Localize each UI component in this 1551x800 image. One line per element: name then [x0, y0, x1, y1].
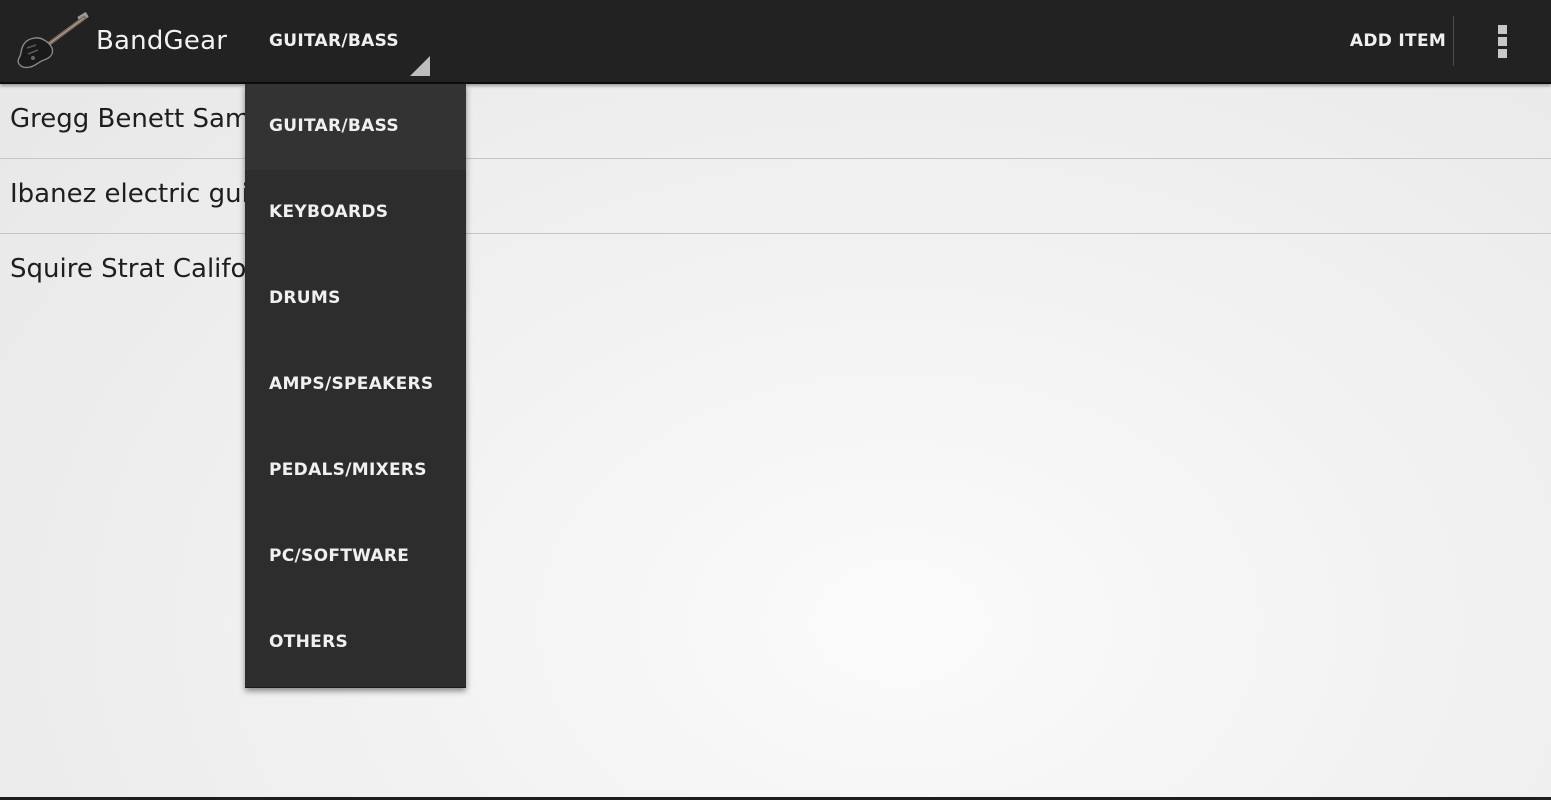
gear-list: Gregg Benett Samick Ibanez electric guit…	[0, 84, 1551, 308]
add-item-button[interactable]: ADD ITEM	[1343, 16, 1453, 66]
dropdown-option-pc-software[interactable]: PC/SOFTWARE	[245, 514, 466, 600]
dropdown-option-label: KEYBOARDS	[269, 202, 389, 222]
app-title: BandGear	[96, 26, 228, 56]
category-spinner[interactable]: GUITAR/BASS	[262, 16, 434, 78]
category-dropdown: GUITAR/BASS KEYBOARDS DRUMS AMPS/SPEAKER…	[245, 84, 466, 688]
dropdown-caret-icon	[410, 56, 430, 76]
dropdown-option-guitar-bass[interactable]: GUITAR/BASS	[245, 84, 466, 170]
dropdown-option-pedals-mixers[interactable]: PEDALS/MIXERS	[245, 428, 466, 514]
guitar-icon[interactable]	[14, 12, 92, 70]
dropdown-option-others[interactable]: OTHERS	[245, 600, 466, 686]
action-bar-divider	[1453, 16, 1454, 66]
dropdown-option-label: AMPS/SPEAKERS	[269, 374, 434, 394]
dropdown-option-label: DRUMS	[269, 288, 341, 308]
dropdown-option-label: OTHERS	[269, 632, 349, 652]
list-item[interactable]: Ibanez electric guitar	[0, 159, 1551, 233]
dropdown-option-label: PEDALS/MIXERS	[269, 460, 427, 480]
dropdown-option-amps-speakers[interactable]: AMPS/SPEAKERS	[245, 342, 466, 428]
dropdown-option-drums[interactable]: DRUMS	[245, 256, 466, 342]
spinner-selected-label: GUITAR/BASS	[269, 31, 399, 51]
dropdown-option-label: PC/SOFTWARE	[269, 546, 410, 566]
list-item[interactable]: Squire Strat California	[0, 234, 1551, 308]
action-bar: BandGear GUITAR/BASS ADD ITEM	[0, 0, 1551, 84]
list-item[interactable]: Gregg Benett Samick	[0, 84, 1551, 158]
overflow-menu-icon[interactable]	[1478, 16, 1528, 66]
dropdown-option-label: GUITAR/BASS	[269, 116, 399, 136]
dropdown-option-keyboards[interactable]: KEYBOARDS	[245, 170, 466, 256]
